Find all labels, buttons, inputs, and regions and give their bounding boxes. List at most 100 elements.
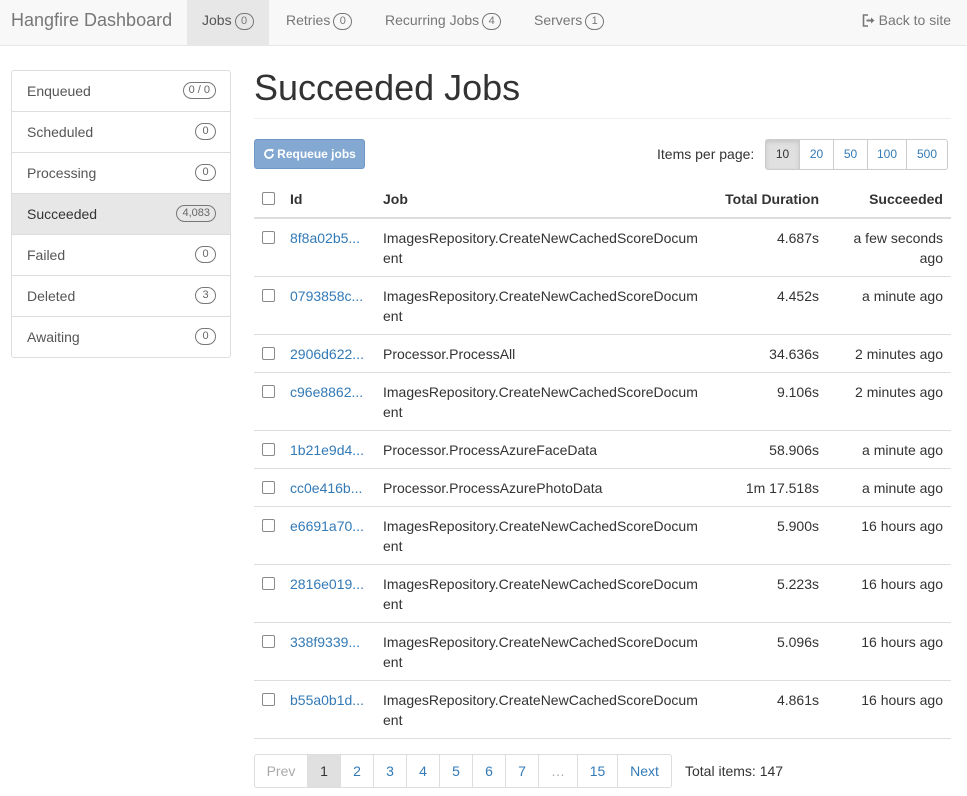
pagination: Prev 1 2 3 4 5 6 7 … 15 Next xyxy=(254,754,672,788)
table-row: 2906d622... Processor.ProcessAll 34.636s… xyxy=(254,334,951,373)
table-row: b55a0b1d... ImagesRepository.CreateNewCa… xyxy=(254,680,951,739)
job-id-link[interactable]: 338f9339... xyxy=(290,632,367,652)
job-name: ImagesRepository.CreateNewCachedScoreDoc… xyxy=(375,680,708,739)
items-per-page-option[interactable]: 100 xyxy=(867,139,907,170)
row-checkbox[interactable] xyxy=(262,693,275,706)
table-row: 0793858c... ImagesRepository.CreateNewCa… xyxy=(254,276,951,335)
job-id-link[interactable]: 2906d622... xyxy=(290,344,367,364)
table-row: e6691a70... ImagesRepository.CreateNewCa… xyxy=(254,506,951,565)
sidebar-item-label: Deleted xyxy=(27,288,76,304)
select-all-checkbox[interactable] xyxy=(262,191,275,205)
nav-tab-recurring-jobs[interactable]: Recurring Jobs 4 xyxy=(370,0,516,45)
job-succeeded-time: 16 hours ago xyxy=(827,680,951,739)
pagination-page[interactable]: 1 xyxy=(307,754,341,788)
jobs-table: Id Job Total Duration Succeeded 8f8a02b5… xyxy=(254,180,951,739)
job-id-link[interactable]: e6691a70... xyxy=(290,516,367,536)
nav-tab-jobs[interactable]: Jobs 0 xyxy=(187,0,269,45)
sidebar-item-count: 0 xyxy=(195,328,216,345)
job-name: ImagesRepository.CreateNewCachedScoreDoc… xyxy=(375,506,708,565)
row-checkbox[interactable] xyxy=(262,443,275,456)
pagination-page[interactable]: 15 xyxy=(577,754,618,788)
pagination-page[interactable]: 6 xyxy=(472,754,506,788)
sidebar-item-deleted[interactable]: Deleted 3 xyxy=(12,276,230,317)
row-checkbox[interactable] xyxy=(262,231,275,244)
items-per-page-option[interactable]: 500 xyxy=(906,139,948,170)
row-checkbox[interactable] xyxy=(262,289,275,302)
sidebar-item-succeeded[interactable]: Succeeded 4,083 xyxy=(12,194,230,235)
nav-tab-label: Jobs xyxy=(202,12,232,28)
job-succeeded-time: 2 minutes ago xyxy=(827,372,951,431)
sidebar-item-count: 4,083 xyxy=(176,205,216,222)
sidebar-item-label: Succeeded xyxy=(27,206,98,222)
column-header-job: Job xyxy=(375,180,708,219)
back-to-site-link[interactable]: Back to site xyxy=(862,0,951,45)
sidebar-item-label: Failed xyxy=(27,247,66,263)
brand-link[interactable]: Hangfire Dashboard xyxy=(11,10,172,31)
nav-badge: 4 xyxy=(482,13,502,30)
sidebar-item-awaiting[interactable]: Awaiting 0 xyxy=(12,317,230,357)
job-id-link[interactable]: 2816e019... xyxy=(290,574,367,594)
items-per-page-label: Items per page: xyxy=(657,146,755,162)
sign-out-icon xyxy=(862,14,875,27)
row-checkbox[interactable] xyxy=(262,519,275,532)
items-per-page-option[interactable]: 10 xyxy=(765,139,800,170)
nav-tab-label: Servers xyxy=(534,12,583,28)
pagination-page[interactable]: 4 xyxy=(406,754,440,788)
items-per-page-option[interactable]: 20 xyxy=(799,139,834,170)
pagination-prev-button[interactable]: Prev xyxy=(254,754,308,788)
job-name: ImagesRepository.CreateNewCachedScoreDoc… xyxy=(375,564,708,623)
pagination-next-button[interactable]: Next xyxy=(617,754,672,788)
sidebar-item-count: 0 xyxy=(195,164,216,181)
job-total-duration: 5.900s xyxy=(708,506,827,565)
job-name: ImagesRepository.CreateNewCachedScoreDoc… xyxy=(375,622,708,681)
job-name: ImagesRepository.CreateNewCachedScoreDoc… xyxy=(375,372,708,431)
job-total-duration: 5.096s xyxy=(708,622,827,681)
nav-tab-servers[interactable]: Servers 1 xyxy=(519,0,619,45)
nav-badge: 0 xyxy=(234,13,254,30)
job-succeeded-time: 16 hours ago xyxy=(827,506,951,565)
nav-tab-retries[interactable]: Retries 0 xyxy=(271,0,367,45)
row-checkbox[interactable] xyxy=(262,577,275,590)
job-total-duration: 58.906s xyxy=(708,430,827,469)
table-row: 8f8a02b5... ImagesRepository.CreateNewCa… xyxy=(254,218,951,277)
job-id-link[interactable]: cc0e416b... xyxy=(290,478,367,498)
job-total-duration: 9.106s xyxy=(708,372,827,431)
requeue-jobs-button[interactable]: Requeue jobs xyxy=(254,139,365,169)
select-all-cell xyxy=(254,180,282,219)
pagination-page[interactable]: 2 xyxy=(340,754,374,788)
refresh-icon xyxy=(264,148,275,159)
job-succeeded-time: a minute ago xyxy=(827,468,951,507)
items-per-page-option[interactable]: 50 xyxy=(833,139,868,170)
sidebar-item-failed[interactable]: Failed 0 xyxy=(12,235,230,276)
job-succeeded-time: 2 minutes ago xyxy=(827,334,951,373)
job-total-duration: 34.636s xyxy=(708,334,827,373)
job-succeeded-time: 16 hours ago xyxy=(827,622,951,681)
sidebar-item-processing[interactable]: Processing 0 xyxy=(12,153,230,194)
job-id-link[interactable]: 8f8a02b5... xyxy=(290,228,367,248)
table-row: 2816e019... ImagesRepository.CreateNewCa… xyxy=(254,564,951,623)
sidebar-item-label: Enqueued xyxy=(27,83,91,99)
page-title: Succeeded Jobs xyxy=(254,67,521,108)
row-checkbox[interactable] xyxy=(262,635,275,648)
title-divider xyxy=(254,118,951,119)
job-id-link[interactable]: 1b21e9d4... xyxy=(290,440,367,460)
row-checkbox[interactable] xyxy=(262,481,275,494)
items-per-page-group: 10 20 50 100 500 xyxy=(765,139,948,170)
job-total-duration: 5.223s xyxy=(708,564,827,623)
sidebar-item-scheduled[interactable]: Scheduled 0 xyxy=(12,112,230,153)
pagination-page[interactable]: 5 xyxy=(439,754,473,788)
pagination-page[interactable]: 3 xyxy=(373,754,407,788)
job-id-link[interactable]: b55a0b1d... xyxy=(290,690,367,710)
sidebar-item-enqueued[interactable]: Enqueued 0 / 0 xyxy=(12,71,230,112)
job-total-duration: 4.452s xyxy=(708,276,827,335)
requeue-jobs-label: Requeue jobs xyxy=(277,147,356,161)
sidebar-item-count: 0 xyxy=(195,246,216,263)
pagination-page[interactable]: 7 xyxy=(505,754,539,788)
row-checkbox[interactable] xyxy=(262,347,275,360)
column-header-total-duration: Total Duration xyxy=(708,180,827,219)
nav-tab-label: Recurring Jobs xyxy=(385,12,480,28)
row-checkbox[interactable] xyxy=(262,385,275,398)
job-id-link[interactable]: c96e8862... xyxy=(290,382,367,402)
job-total-duration: 1m 17.518s xyxy=(708,468,827,507)
job-id-link[interactable]: 0793858c... xyxy=(290,286,367,306)
